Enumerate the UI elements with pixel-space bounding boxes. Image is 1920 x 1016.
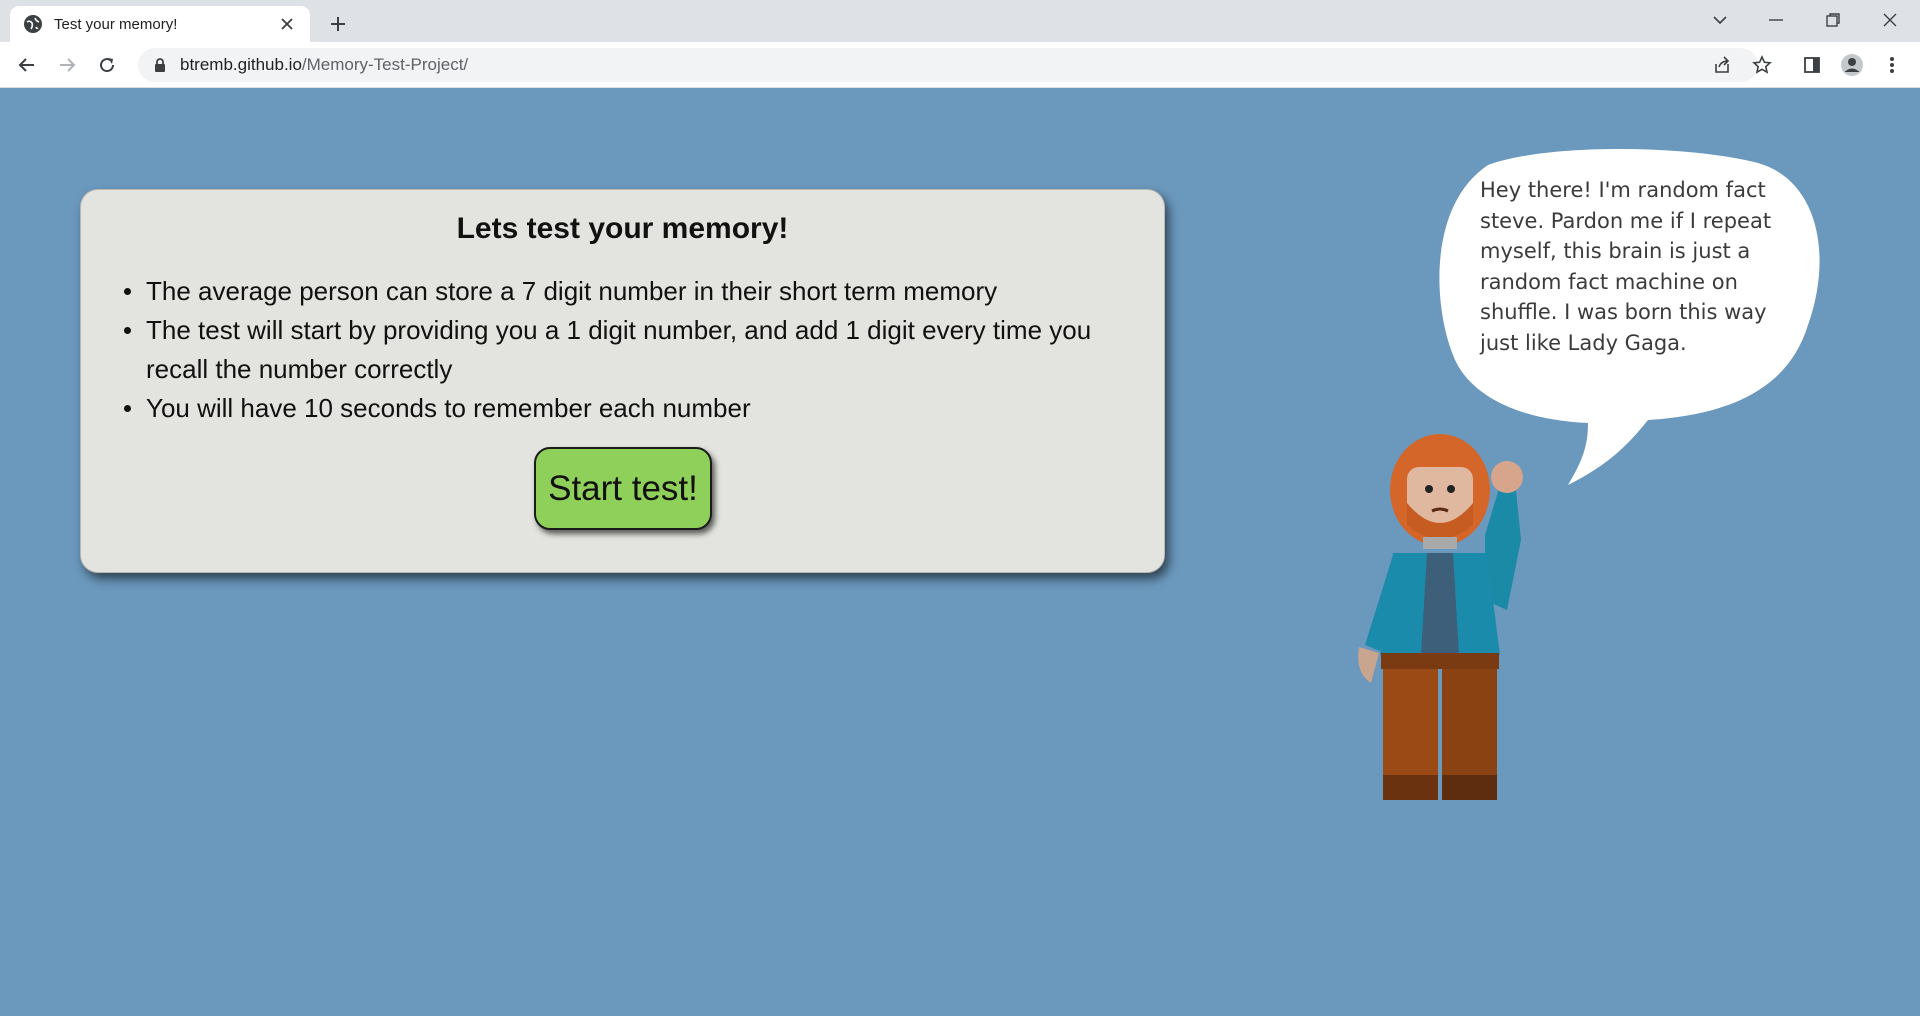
chevron-down-icon[interactable] — [1700, 6, 1740, 34]
url-path: /Memory-Test-Project/ — [301, 55, 469, 74]
tab-strip: Test your memory! — [0, 0, 1920, 42]
profile-icon[interactable] — [1837, 50, 1867, 80]
forward-arrow-icon[interactable] — [52, 50, 82, 80]
kebab-menu-icon[interactable] — [1877, 50, 1907, 80]
list-item: The test will start by providing you a 1… — [124, 311, 1146, 389]
close-icon[interactable] — [276, 13, 298, 35]
back-arrow-icon[interactable] — [12, 50, 42, 80]
url-domain: btremb.github.io — [180, 55, 302, 74]
instructions-card: Lets test your memory! The average perso… — [80, 189, 1165, 573]
star-icon[interactable] — [1747, 50, 1777, 80]
list-item: You will have 10 seconds to remember eac… — [124, 389, 1146, 428]
address-bar[interactable]: btremb.github.io/Memory-Test-Project/ — [138, 48, 1758, 82]
reload-icon[interactable] — [92, 50, 122, 80]
card-title: Lets test your memory! — [456, 212, 789, 245]
browser-tab[interactable]: Test your memory! — [10, 6, 310, 42]
restore-icon[interactable] — [1813, 6, 1853, 34]
share-icon[interactable] — [1707, 50, 1737, 80]
start-test-button[interactable]: Start test! — [534, 447, 712, 530]
browser-toolbar: btremb.github.io/Memory-Test-Project/ — [0, 42, 1920, 88]
url-text: btremb.github.io/Memory-Test-Project/ — [180, 55, 468, 75]
plus-icon[interactable] — [324, 10, 352, 38]
tab-title: Test your memory! — [54, 15, 178, 33]
lego-figure-image — [1358, 434, 1523, 800]
speech-text: Hey there! I'm random fact steve. Pardon… — [1480, 178, 1772, 355]
close-window-icon[interactable] — [1870, 6, 1910, 34]
list-item: The average person can store a 7 digit n… — [124, 272, 1146, 311]
instructions-list: The average person can store a 7 digit n… — [124, 272, 1146, 428]
lock-icon[interactable] — [152, 57, 168, 73]
side-panel-icon[interactable] — [1797, 50, 1827, 80]
globe-icon — [24, 15, 42, 33]
minimize-icon[interactable] — [1756, 6, 1796, 34]
